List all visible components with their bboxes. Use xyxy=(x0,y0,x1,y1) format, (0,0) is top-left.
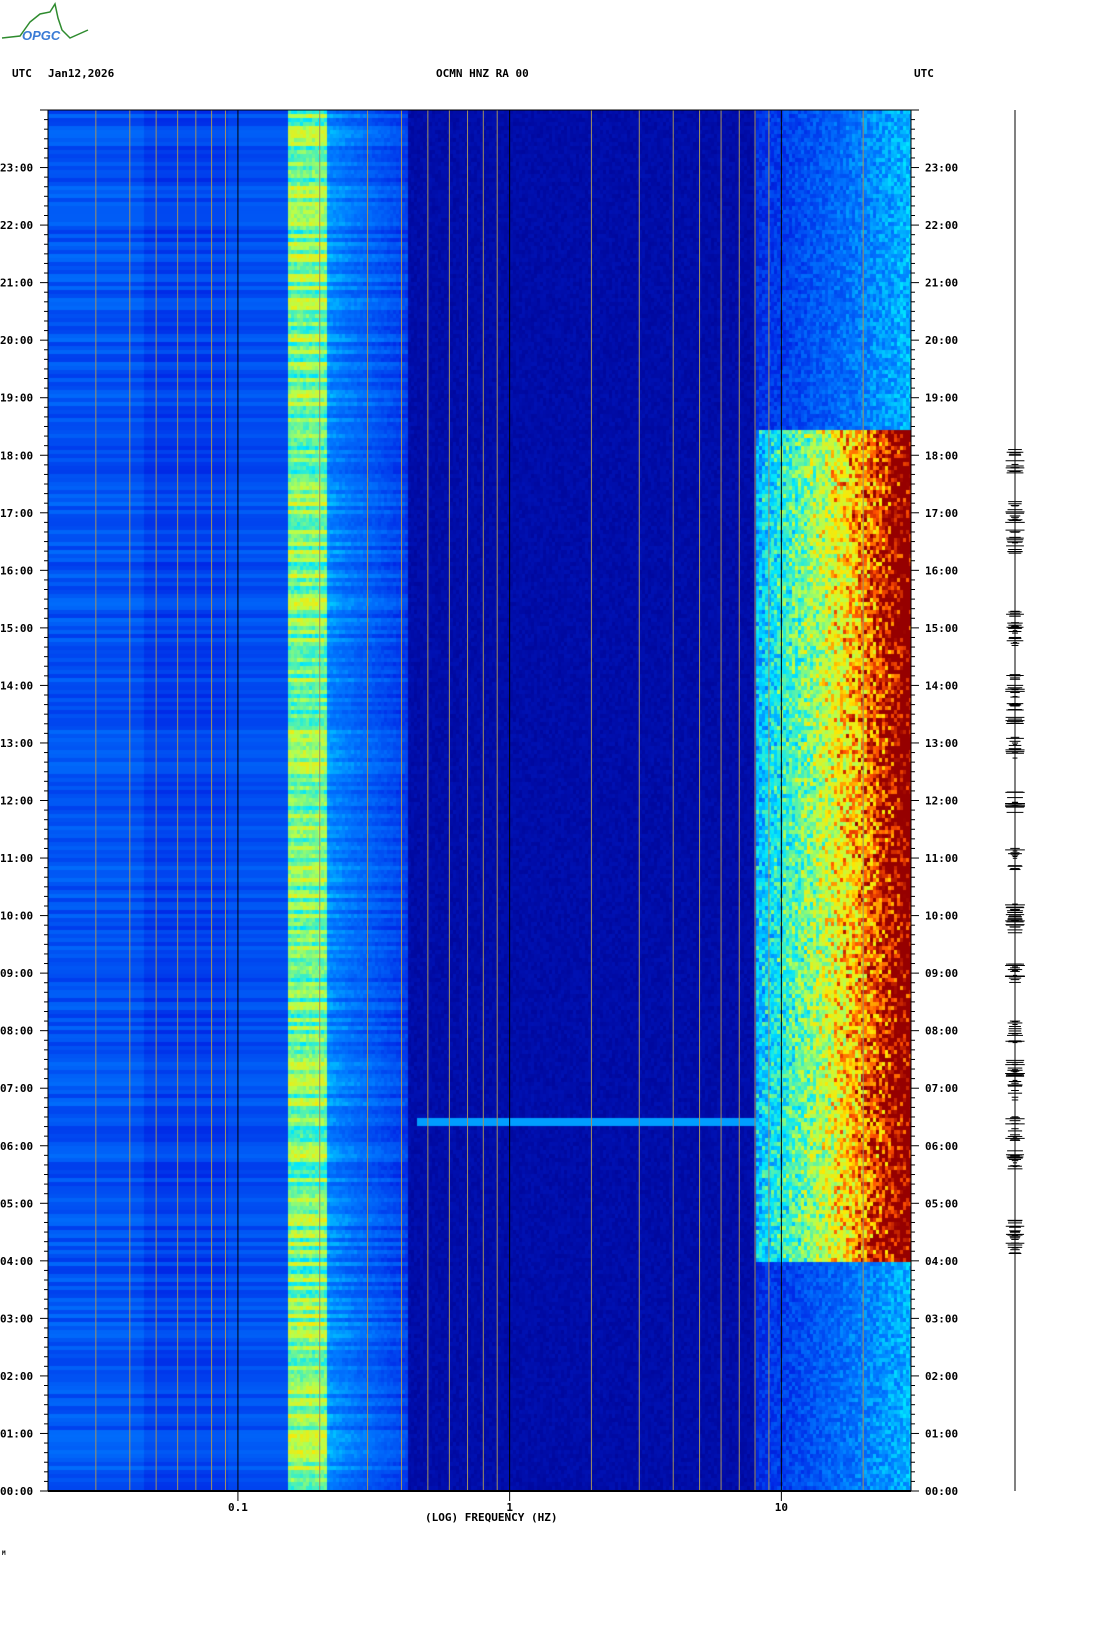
y-tick-label-right: 02:00 xyxy=(925,1370,958,1383)
y-tick-label-right: 05:00 xyxy=(925,1197,958,1210)
y-tick-label-right: 20:00 xyxy=(925,334,958,347)
y-tick-label-left: 10:00 xyxy=(0,910,33,923)
y-tick-label-left: 13:00 xyxy=(0,737,33,750)
y-tick-label-left: 23:00 xyxy=(0,162,33,175)
y-tick-label-left: 06:00 xyxy=(0,1140,33,1153)
y-tick-label-left: 19:00 xyxy=(0,392,33,405)
y-tick-label-right: 18:00 xyxy=(925,449,958,462)
y-tick-label-right: 08:00 xyxy=(925,1025,958,1038)
y-tick-label-right: 23:00 xyxy=(925,162,958,175)
y-tick-label-right: 00:00 xyxy=(925,1485,958,1498)
y-tick-label-left: 08:00 xyxy=(0,1025,33,1038)
x-axis-label: (LOG) FREQUENCY (HZ) xyxy=(425,1511,558,1524)
y-tick-label-left: 14:00 xyxy=(0,679,33,692)
y-tick-label-right: 10:00 xyxy=(925,910,958,923)
x-tick-label: 10 xyxy=(775,1501,788,1514)
y-tick-label-right: 04:00 xyxy=(925,1255,958,1268)
y-tick-label-right: 03:00 xyxy=(925,1312,958,1325)
x-tick-label: 0.1 xyxy=(228,1501,248,1514)
chart-axes: 00:00 00:00 01:00 01:00 02:00 02:00 03:00 03:00… xyxy=(0,109,1025,1514)
y-tick-label-right: 11:00 xyxy=(925,852,958,865)
y-tick-label-right: 07:00 xyxy=(925,1082,958,1095)
y-tick-label-right: 13:00 xyxy=(925,737,958,750)
y-tick-label-left: 12:00 xyxy=(0,795,33,808)
y-tick-label-right: 22:00 xyxy=(925,219,958,232)
y-tick-label-left: 18:00 xyxy=(0,449,33,462)
y-tick-label-right: 09:00 xyxy=(925,967,958,980)
y-tick-label-right: 17:00 xyxy=(925,507,958,520)
y-tick-label-left: 11:00 xyxy=(0,852,33,865)
y-tick-label-left: 01:00 xyxy=(0,1427,33,1440)
y-tick-label-left: 20:00 xyxy=(0,334,33,347)
y-tick-label-left: 04:00 xyxy=(0,1255,33,1268)
y-tick-label-left: 22:00 xyxy=(0,219,33,232)
y-tick-label-right: 01:00 xyxy=(925,1427,958,1440)
y-tick-label-left: 05:00 xyxy=(0,1197,33,1210)
y-tick-label-left: 03:00 xyxy=(0,1312,33,1325)
y-tick-label-left: 17:00 xyxy=(0,507,33,520)
y-tick-label-right: 19:00 xyxy=(925,392,958,405)
y-tick-label-right: 06:00 xyxy=(925,1140,958,1153)
y-tick-label-right: 16:00 xyxy=(925,564,958,577)
y-tick-label-right: 21:00 xyxy=(925,277,958,290)
y-tick-label-right: 15:00 xyxy=(925,622,958,635)
footer-mark: M xyxy=(2,1550,6,1557)
y-tick-label-left: 00:00 xyxy=(0,1485,33,1498)
y-tick-label-left: 16:00 xyxy=(0,564,33,577)
y-tick-label-left: 21:00 xyxy=(0,277,33,290)
y-tick-label-left: 07:00 xyxy=(0,1082,33,1095)
y-tick-label-left: 15:00 xyxy=(0,622,33,635)
y-tick-label-left: 09:00 xyxy=(0,967,33,980)
y-tick-label-left: 02:00 xyxy=(0,1370,33,1383)
y-tick-label-right: 12:00 xyxy=(925,795,958,808)
y-tick-label-right: 14:00 xyxy=(925,679,958,692)
